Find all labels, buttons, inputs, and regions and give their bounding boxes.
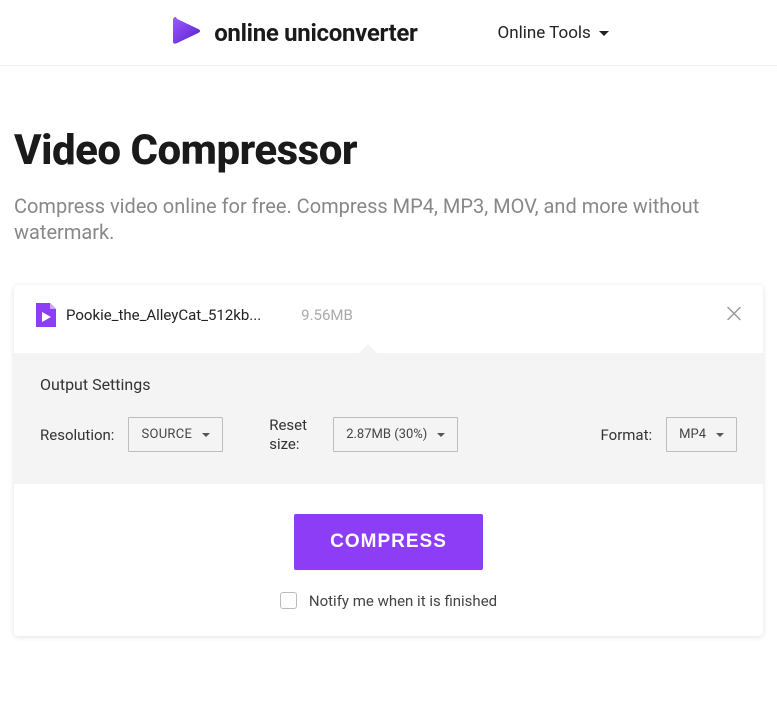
file-name: Pookie_the_AlleyCat_512kb... — [66, 306, 261, 324]
notify-label: Notify me when it is finished — [309, 592, 497, 610]
nav-online-tools-label: Online Tools — [498, 23, 591, 43]
pointer-notch — [359, 344, 377, 353]
reset-size-dropdown[interactable]: 2.87MB (30%) — [333, 417, 458, 452]
action-area: COMPRESS Notify me when it is finished — [14, 484, 763, 636]
format-value: MP4 — [679, 427, 706, 442]
file-size: 9.56MB — [301, 306, 353, 324]
brand-play-icon — [168, 13, 204, 53]
reset-size-label: Reset size: — [269, 416, 319, 454]
settings-row: Resolution: SOURCE Reset size: 2.87MB (3… — [40, 416, 737, 454]
chevron-down-icon — [437, 433, 445, 437]
chevron-down-icon — [599, 31, 609, 36]
notify-row: Notify me when it is finished — [14, 592, 763, 610]
format-label: Format: — [601, 426, 653, 444]
reset-size-value: 2.87MB (30%) — [346, 427, 427, 442]
output-settings-panel: Output Settings Resolution: SOURCE Reset… — [14, 353, 763, 484]
page-title: Video Compressor — [14, 126, 777, 175]
brand-name: online uniconverter — [214, 19, 417, 47]
app-header: online uniconverter Online Tools — [0, 0, 777, 66]
output-settings-heading: Output Settings — [40, 375, 737, 394]
close-icon — [727, 307, 741, 321]
resolution-dropdown[interactable]: SOURCE — [128, 417, 223, 452]
resolution-value: SOURCE — [141, 427, 192, 442]
remove-file-button[interactable] — [727, 306, 741, 325]
compressor-card: Pookie_the_AlleyCat_512kb... 9.56MB Outp… — [14, 285, 763, 636]
resolution-label: Resolution: — [40, 426, 114, 444]
video-file-icon — [36, 303, 56, 327]
chevron-down-icon — [202, 433, 210, 437]
nav-online-tools[interactable]: Online Tools — [498, 23, 609, 43]
chevron-down-icon — [716, 433, 724, 437]
page-subtitle: Compress video online for free. Compress… — [14, 193, 763, 245]
brand[interactable]: online uniconverter — [168, 13, 417, 53]
format-dropdown[interactable]: MP4 — [666, 417, 737, 452]
compress-button[interactable]: COMPRESS — [294, 514, 483, 570]
notify-checkbox[interactable] — [280, 592, 297, 609]
file-row: Pookie_the_AlleyCat_512kb... 9.56MB — [14, 285, 763, 345]
